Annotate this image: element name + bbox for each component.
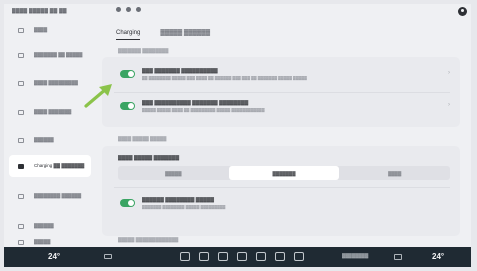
sidebar-item-label: ▓▓▓▓▓▓ [34, 223, 54, 229]
sidebar-item-icon [18, 80, 24, 86]
sidebar-item-icon [18, 52, 24, 58]
row-subtitle: ▓▓▓▓▓ ▓▓▓▓▓ ▓▓▓▓ ▓▓ ▓▓▓▓▓▓▓▓▓ ▓▓▓▓▓ ▓▓▓▓… [142, 108, 265, 112]
row-title: ▓▓▓ ▓▓▓▓▓▓▓ ▓▓▓▓▓▓▓▓▓▓ [142, 68, 218, 74]
segment-option[interactable]: ▓▓▓▓▓ [118, 166, 229, 180]
bottom-dock: 24° ▓▓▓▓▓▓▓▓ 24° [4, 247, 471, 267]
dock-info-text: ▓▓▓▓▓▓▓▓ [342, 253, 369, 258]
segment-option-selected[interactable]: ▓▓▓▓▓▓▓ [228, 166, 340, 180]
profile-icon[interactable] [458, 7, 467, 16]
dock-icons [180, 252, 304, 261]
sidebar-item[interactable]: ▓▓▓▓ [9, 19, 91, 41]
chevron-right-icon: › [448, 102, 450, 108]
status-dot-icon [116, 7, 121, 12]
status-bar: ▓▓▓▓ ▓▓▓▓▓ ▓▓ ▓▓ [4, 4, 471, 19]
charging-icon [18, 163, 24, 169]
toggle-row[interactable]: ▓▓▓ ▓▓▓▓▓▓▓▓▓▓ ▓▓▓▓▓▓▓ ▓▓▓▓▓▓▓▓ ▓▓▓▓▓ ▓▓… [102, 95, 460, 123]
sidebar-item[interactable]: ▓▓▓▓▓▓ [9, 215, 91, 237]
menu-icon[interactable] [180, 252, 190, 261]
toggle-switch[interactable] [120, 102, 135, 110]
toggle-switch[interactable] [120, 70, 135, 78]
sidebar-item-label: ▓▓▓▓ [34, 27, 48, 33]
sidebar-item[interactable]: ▓▓▓▓ ▓▓▓▓▓▓▓▓▓ [9, 72, 91, 94]
sidebar-item-charging[interactable]: Charging ▓▓ ▓▓▓▓▓▓▓ [9, 155, 91, 177]
section-label: ▓▓▓▓▓▓▓ ▓▓▓▓▓▓▓▓ [118, 48, 169, 53]
apps-icon[interactable] [218, 252, 228, 261]
sidebar-item-label: ▓▓▓▓▓▓▓▓ ▓▓▓▓▓▓ [34, 193, 82, 199]
footer-note: ▓▓▓▓▓ ▓▓▓▓▓▓▓▓▓▓▓▓▓ [118, 237, 179, 242]
status-text: ▓▓▓▓ ▓▓▓▓▓ ▓▓ ▓▓ [12, 8, 67, 14]
sidebar-item[interactable]: ▓▓▓▓▓▓▓ ▓▓ ▓▓▓▓▓ [9, 44, 91, 66]
temperature-left[interactable]: 24° [48, 252, 60, 261]
phone-icon[interactable] [256, 252, 266, 261]
toggle-row[interactable]: ▓▓▓▓▓▓ ▓▓▓▓▓▓▓▓ ▓▓▓▓▓ ▓▓▓▓▓▓▓ ▓▓▓▓▓▓▓▓ ▓… [102, 193, 460, 221]
status-dot-icon [126, 7, 131, 12]
sidebar-item-icon [18, 109, 24, 115]
status-dot-icon [136, 7, 141, 12]
sidebar-item[interactable]: ▓▓▓▓▓▓ [9, 129, 91, 151]
sidebar-item[interactable]: ▓▓▓▓ ▓▓▓▓▓▓▓ [9, 101, 91, 123]
sidebar-item-label: ▓▓▓▓▓▓▓ ▓▓ ▓▓▓▓▓ [34, 52, 83, 58]
sidebar-item-label: ▓▓▓▓▓▓ [34, 137, 54, 143]
row-title: ▓▓▓▓▓▓ ▓▓▓▓▓▓▓▓ ▓▓▓▓▓ [142, 197, 215, 203]
sidebar-item-icon [18, 137, 24, 143]
sidebar-item-label: ▓▓▓▓ ▓▓▓▓▓▓▓ [34, 109, 72, 115]
settings-card: ▓▓▓▓ ▓▓▓▓▓ ▓▓▓▓▓▓▓ [102, 146, 460, 236]
sidebar-item-icon [18, 27, 24, 33]
music-icon[interactable] [237, 252, 247, 261]
sidebar-item-icon [18, 193, 24, 199]
temperature-right[interactable]: 24° [432, 252, 444, 261]
toggle-row[interactable]: ▓▓▓ ▓▓▓▓▓▓▓ ▓▓▓▓▓▓▓▓▓▓ ▓▓ ▓▓▓▓▓▓▓▓ ▓▓▓▓▓… [102, 63, 460, 91]
car-icon[interactable] [199, 252, 209, 261]
sidebar-item-icon [18, 223, 24, 229]
section-label: ▓▓▓▓ ▓▓▓▓▓ ▓▓▓▓▓ [118, 136, 167, 141]
sidebar-item-label: Charging ▓▓ ▓▓▓▓▓▓▓ [34, 163, 85, 169]
segment-title: ▓▓▓▓ ▓▓▓▓▓ ▓▓▓▓▓▓▓ [118, 155, 180, 161]
sidebar-item-label: ▓▓▓▓ ▓▓▓▓▓▓▓▓▓ [34, 80, 78, 86]
row-title: ▓▓▓ ▓▓▓▓▓▓▓▓▓▓ ▓▓▓▓▓▓▓ ▓▓▓▓▓▓▓▓ [142, 100, 249, 106]
tab-secondary[interactable]: ▓▓▓▓▓ ▓▓▓▓▓▓ [160, 30, 210, 40]
sidebar-item-label: ▓▓▓▓▓ [34, 239, 51, 245]
screen: ▓▓▓▓ ▓▓▓▓▓ ▓▓ ▓▓ ▓▓▓▓ ▓▓▓▓▓▓▓ ▓▓ ▓▓▓▓▓ ▓… [4, 4, 471, 247]
row-subtitle: ▓▓ ▓▓▓▓▓▓▓▓ ▓▓▓▓▓ ▓▓▓ ▓▓▓▓ ▓▓ ▓▓▓▓▓▓ ▓▓▓… [142, 76, 307, 80]
segment-option[interactable]: ▓▓▓▓ [339, 166, 450, 180]
row-subtitle: ▓▓▓▓▓▓▓ ▓▓▓▓▓▓▓▓ ▓▓▓▓▓ ▓▓▓▓▓▓▓▓▓ [142, 205, 226, 209]
segmented-control: ▓▓▓▓▓ ▓▓▓▓▓▓▓ ▓▓▓▓ [118, 166, 450, 180]
chevron-right-icon: › [448, 70, 450, 76]
sidebar-item[interactable]: ▓▓▓▓▓ [9, 237, 91, 247]
seat-heat-icon[interactable] [394, 254, 402, 260]
divider [114, 92, 450, 93]
tab-charging[interactable]: Charging [116, 30, 141, 40]
toggle-switch[interactable] [120, 199, 135, 207]
status-icons [116, 7, 141, 12]
seat-heat-icon[interactable] [104, 254, 112, 259]
divider [114, 187, 450, 188]
fan-icon[interactable] [275, 252, 285, 261]
settings-card: ▓▓▓ ▓▓▓▓▓▓▓ ▓▓▓▓▓▓▓▓▓▓ ▓▓ ▓▓▓▓▓▓▓▓ ▓▓▓▓▓… [102, 57, 460, 127]
tab-bar: Charging ▓▓▓▓▓ ▓▓▓▓▓▓ [116, 30, 210, 40]
sidebar: ▓▓▓▓ ▓▓▓▓▓▓▓ ▓▓ ▓▓▓▓▓ ▓▓▓▓ ▓▓▓▓▓▓▓▓▓ ▓▓▓… [4, 19, 96, 247]
arrow-annotation-icon [84, 84, 112, 108]
sidebar-item-icon [18, 239, 24, 245]
main-content: Charging ▓▓▓▓▓ ▓▓▓▓▓▓ ▓▓▓▓▓▓▓ ▓▓▓▓▓▓▓▓ ▓… [102, 19, 465, 247]
warning-icon[interactable] [294, 252, 304, 261]
sidebar-item[interactable]: ▓▓▓▓▓▓▓▓ ▓▓▓▓▓▓ [9, 185, 91, 207]
